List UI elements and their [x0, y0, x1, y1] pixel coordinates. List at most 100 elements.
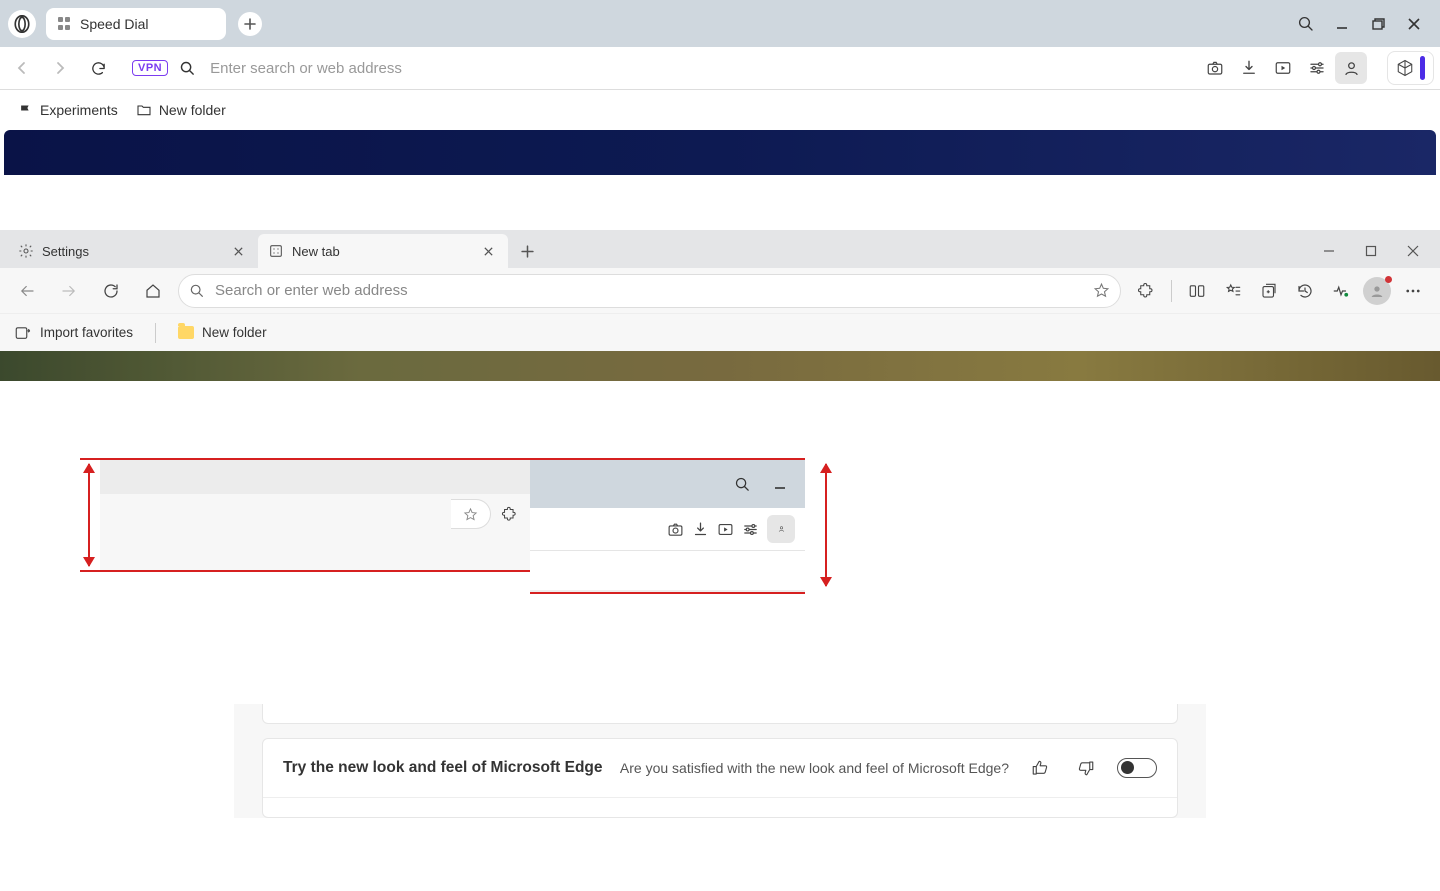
- close-icon: [1407, 245, 1419, 257]
- opera-logo: [8, 10, 36, 38]
- home-icon: [144, 282, 162, 300]
- bookmark-experiments[interactable]: Experiments: [18, 102, 118, 118]
- video-popout-icon: [717, 521, 734, 538]
- gear-icon: [18, 243, 34, 259]
- minimize-icon: [1323, 245, 1335, 257]
- speed-dial-icon: [58, 17, 72, 31]
- edge-maximize-button[interactable]: [1350, 234, 1392, 268]
- edge-favorites-button[interactable]: [1216, 274, 1250, 308]
- edge-tab-title: Settings: [42, 244, 89, 259]
- opera-search-engine-button[interactable]: [174, 52, 200, 84]
- edge-page-content: [0, 351, 1440, 381]
- opera-new-tab-button[interactable]: [238, 12, 262, 36]
- opera-back-button[interactable]: [6, 52, 38, 84]
- edge-performance-button[interactable]: [1324, 274, 1358, 308]
- bookmark-new-folder[interactable]: New folder: [136, 102, 226, 118]
- edge-new-tab-button[interactable]: [512, 236, 542, 266]
- favbar-label: New folder: [202, 325, 267, 340]
- opera-active-tab[interactable]: Speed Dial: [46, 8, 226, 40]
- close-icon: [233, 246, 244, 257]
- opera-video-popout-button[interactable]: [1267, 52, 1299, 84]
- edge-forward-button[interactable]: [52, 274, 86, 308]
- edge-titlebar: Settings New tab: [0, 230, 1440, 268]
- search-icon: [1297, 15, 1315, 33]
- edge-crop-figure: [80, 458, 530, 572]
- edge-tab-title: New tab: [292, 244, 340, 259]
- reload-icon: [90, 60, 107, 77]
- download-icon: [692, 521, 709, 538]
- feedback-dislike-button[interactable]: [1071, 753, 1101, 783]
- chevron-right-icon: [53, 61, 67, 75]
- maximize-icon: [1365, 245, 1377, 257]
- opera-reload-button[interactable]: [82, 52, 114, 84]
- import-favorites-icon: [14, 324, 32, 342]
- opera-maximize-button[interactable]: [1360, 6, 1396, 42]
- opera-close-button[interactable]: [1396, 6, 1432, 42]
- edge-split-screen-button[interactable]: [1180, 274, 1214, 308]
- sliders-icon: [1308, 59, 1326, 77]
- opera-extensions-button[interactable]: [1387, 51, 1434, 85]
- opera-downloads-button[interactable]: [1233, 52, 1265, 84]
- settings-toggle[interactable]: [1117, 758, 1157, 778]
- profile-icon: [1369, 283, 1385, 299]
- tab-close-button[interactable]: [478, 241, 498, 261]
- edge-menu-button[interactable]: [1396, 274, 1430, 308]
- opera-crop-figure: [530, 458, 805, 594]
- collections-icon: [1260, 282, 1278, 300]
- edge-tab-new-tab[interactable]: New tab: [258, 234, 508, 268]
- camera-icon: [1206, 59, 1224, 77]
- edge-favorites-bar: Import favorites New folder: [0, 313, 1440, 351]
- bookmark-label: New folder: [159, 102, 226, 118]
- edge-address-input[interactable]: [215, 282, 1083, 299]
- opera-vpn-badge[interactable]: VPN: [132, 60, 168, 76]
- feedback-like-button[interactable]: [1025, 753, 1055, 783]
- puzzle-icon: [501, 506, 518, 523]
- arrow-left-icon: [18, 282, 36, 300]
- star-icon[interactable]: [1093, 282, 1110, 299]
- cube-icon: [1396, 59, 1414, 77]
- comparison-figures: [0, 458, 1440, 594]
- edge-tab-settings[interactable]: Settings: [8, 234, 258, 268]
- search-icon: [189, 283, 205, 299]
- thumbs-down-icon: [1077, 759, 1095, 777]
- edge-omnibox[interactable]: [178, 274, 1121, 308]
- favorites-list-icon: [1224, 282, 1242, 300]
- dimension-arrow-icon: [88, 464, 90, 566]
- edge-history-button[interactable]: [1288, 274, 1322, 308]
- favbar-label: Import favorites: [40, 325, 133, 340]
- opera-search-tabs-button[interactable]: [1288, 6, 1324, 42]
- edge-extensions-button[interactable]: [1129, 274, 1163, 308]
- edge-close-button[interactable]: [1392, 234, 1434, 268]
- history-icon: [1296, 282, 1314, 300]
- new-tab-page-icon: [268, 243, 284, 259]
- video-popout-icon: [1274, 59, 1292, 77]
- tab-close-button[interactable]: [228, 241, 248, 261]
- opera-bookmark-bar: Experiments New folder: [0, 90, 1440, 130]
- close-icon: [483, 246, 494, 257]
- star-icon: [463, 507, 478, 522]
- folder-icon: [178, 326, 194, 339]
- edge-back-button[interactable]: [10, 274, 44, 308]
- puzzle-icon: [1137, 282, 1155, 300]
- more-icon: [1404, 282, 1422, 300]
- reload-icon: [102, 282, 120, 300]
- sidebar-handle-icon: [1420, 56, 1425, 80]
- edge-home-button[interactable]: [136, 274, 170, 308]
- edge-profile-button[interactable]: [1360, 274, 1394, 308]
- profile-icon: [1343, 60, 1360, 77]
- close-icon: [1407, 17, 1421, 31]
- edge-minimize-button[interactable]: [1308, 234, 1350, 268]
- opera-easy-setup-button[interactable]: [1301, 52, 1333, 84]
- opera-snapshot-button[interactable]: [1199, 52, 1231, 84]
- heartbeat-icon: [1332, 282, 1350, 300]
- favorites-new-folder[interactable]: New folder: [178, 325, 267, 340]
- opera-address-input[interactable]: [206, 54, 1193, 83]
- favorites-import-button[interactable]: Import favorites: [14, 324, 133, 342]
- opera-profile-button[interactable]: [1335, 52, 1367, 84]
- edge-collections-button[interactable]: [1252, 274, 1286, 308]
- opera-minimize-button[interactable]: [1324, 6, 1360, 42]
- opera-forward-button[interactable]: [44, 52, 76, 84]
- edge-reload-button[interactable]: [94, 274, 128, 308]
- settings-card: Try the new look and feel of Microsoft E…: [262, 738, 1178, 818]
- divider: [155, 323, 156, 343]
